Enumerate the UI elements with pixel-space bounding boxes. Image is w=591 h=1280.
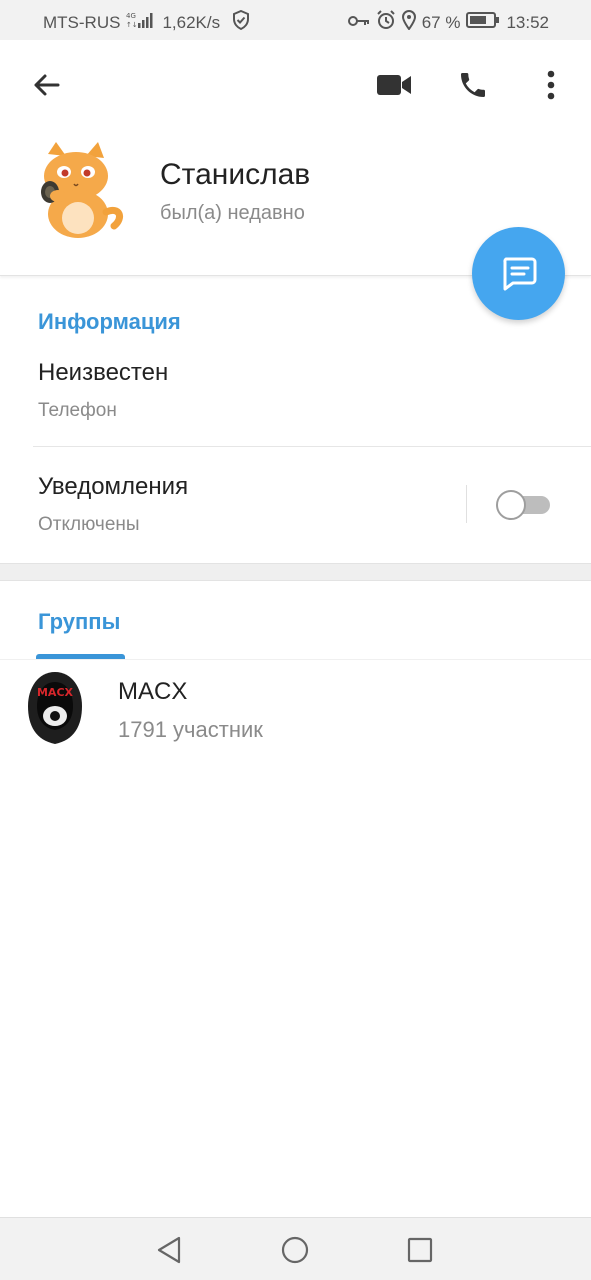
group-avatar: MACX [24,670,86,746]
clock-label: 13:52 [506,12,549,32]
carrier-label: MTS-RUS [43,12,121,32]
hooded-figure-avatar: MACX [28,672,82,744]
cat-sticker-avatar [41,142,123,238]
group-avatar-text: MACX [37,686,74,699]
nav-home-button[interactable] [275,1230,315,1270]
list-item[interactable]: MACX MACX 1791 участник [0,662,591,754]
message-icon [502,257,536,290]
square-recents-icon [407,1237,433,1263]
group-name: MACX [118,678,188,705]
back-button[interactable] [22,61,70,109]
send-message-button[interactable] [472,227,565,320]
nav-back-button[interactable] [149,1230,189,1270]
phone-label: Телефон [38,400,117,421]
notifications-title: Уведомления [38,473,189,500]
vertical-divider [466,485,467,523]
profile-name: Станислав [160,158,311,191]
profile-avatar[interactable] [28,140,124,240]
phone-icon [461,73,485,97]
system-nav-bar [0,1217,591,1280]
vpn-shield-icon [232,9,250,35]
notifications-toggle[interactable] [496,490,552,520]
tab-groups[interactable]: Группы [38,609,120,635]
svg-text:↑↓: ↑↓ [126,21,138,29]
battery-icon [466,11,500,34]
more-options-button[interactable] [527,61,575,109]
status-bar: MTS-RUS 4G ↑↓ 1,62K/s 67 % 13:52 [0,0,591,40]
phone-value: Неизвестен [38,359,169,386]
signal-icon: 4G ↑↓ [126,11,156,34]
video-call-button[interactable] [370,61,418,109]
battery-percent-label: 67 % [421,12,461,32]
tab-underline [0,659,591,660]
notifications-state: Отключены [38,514,140,535]
info-section-title: Информация [38,309,181,334]
location-icon [401,10,416,35]
circle-home-icon [281,1236,309,1264]
section-separator [0,563,591,581]
app-bar [0,40,591,130]
data-speed-label: 1,62K/s [162,12,221,32]
triangle-back-icon [157,1236,181,1264]
back-arrow-icon [34,74,60,96]
nav-recents-button[interactable] [400,1230,440,1270]
key-icon [347,13,370,33]
call-button[interactable] [449,61,497,109]
divider [33,446,591,447]
alarm-icon [376,10,396,35]
group-member-count: 1791 участник [118,717,263,742]
toggle-knob [496,490,526,520]
more-vert-icon [547,70,555,100]
video-call-icon [377,75,411,95]
network-type-label: 4G [126,12,136,20]
profile-last-seen: был(а) недавно [160,202,305,224]
